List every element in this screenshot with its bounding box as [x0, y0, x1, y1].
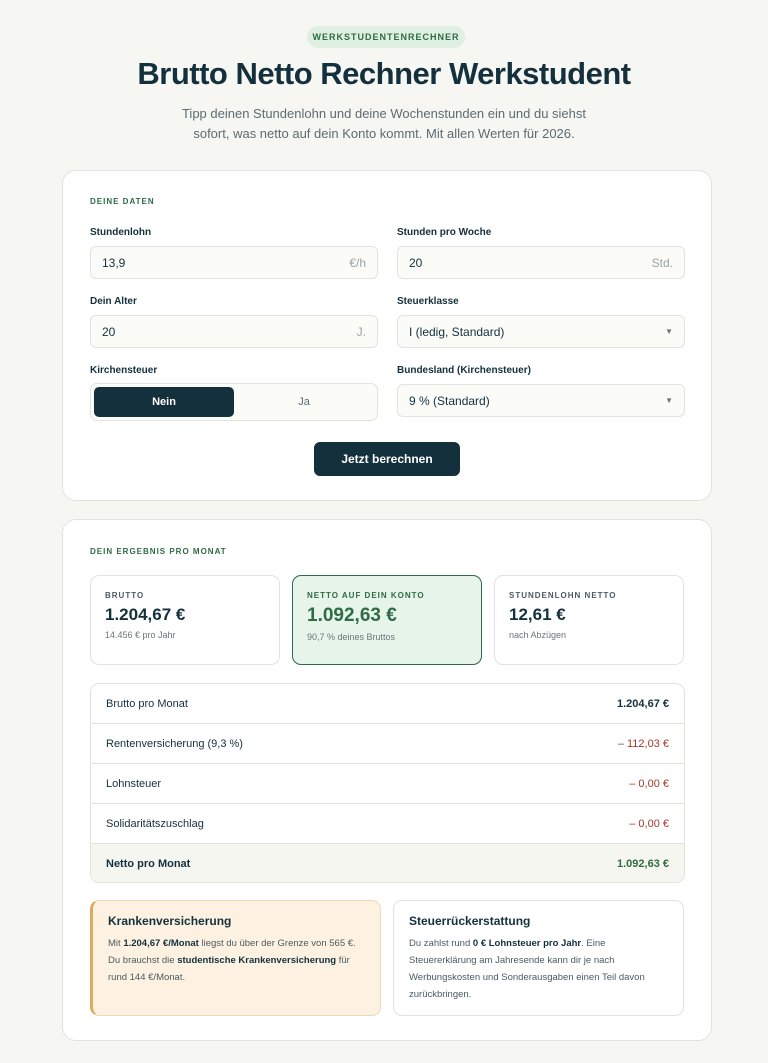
- table-row-total: Netto pro Monat 1.092,63 €: [91, 844, 684, 882]
- stundenlohn-netto-card-label: STUNDENLOHN NETTO: [509, 591, 617, 600]
- section-label-result: DEIN ERGEBNIS PRO MONAT: [90, 547, 227, 556]
- table-row: Lohnsteuer – 0,00 €: [91, 764, 684, 804]
- steuerrueckerstattung-text: Du zahlst rund 0 € Lohnsteuer pro Jahr. …: [409, 938, 645, 1000]
- stundenlohn-netto-card-sub: nach Abzügen: [509, 630, 567, 640]
- breakdown-table: Brutto pro Monat 1.204,67 € Rentenversic…: [90, 683, 685, 883]
- steuerklasse-select[interactable]: I (ledig, Standard) ▼: [397, 315, 685, 348]
- table-row: Solidaritätszuschlag – 0,00 €: [91, 804, 684, 844]
- kirchensteuer-label: Kirchensteuer: [90, 365, 158, 376]
- row-label: Solidaritätszuschlag: [106, 817, 204, 830]
- stunden-label: Stunden pro Woche: [397, 227, 492, 238]
- brutto-card-sub: 14.456 € pro Jahr: [105, 630, 176, 640]
- section-label-data: DEINE DATEN: [90, 197, 155, 206]
- bundesland-value: 9 % (Standard): [409, 393, 490, 408]
- steuerklasse-value: I (ledig, Standard): [409, 324, 505, 339]
- stundenlohn-netto-card: STUNDENLOHN NETTO 12,61 € nach Abzügen: [494, 575, 684, 665]
- netto-card-label: NETTO AUF DEIN KONTO: [307, 591, 425, 600]
- row-amount: – 112,03 €: [617, 737, 669, 750]
- krankenversicherung-text: Mit 1.204,67 €/Monat liegst du über der …: [108, 938, 356, 983]
- stundenlohn-unit: €/h: [349, 255, 366, 270]
- stundenlohn-value: 13,9: [102, 255, 126, 270]
- stunden-unit: Std.: [651, 255, 673, 270]
- kirchensteuer-option-nein[interactable]: Nein: [94, 387, 234, 417]
- kirchensteuer-toggle: Nein Ja: [90, 383, 378, 421]
- chevron-down-icon: ▼: [665, 396, 673, 405]
- alter-unit: J.: [356, 324, 366, 339]
- row-amount: 1.092,63 €: [617, 858, 669, 870]
- stunden-value: 20: [409, 255, 423, 270]
- stundenlohn-netto-card-value: 12,61 €: [509, 605, 566, 624]
- stundenlohn-label: Stundenlohn: [90, 227, 152, 238]
- page-title: Brutto Netto Rechner Werkstudent: [137, 56, 631, 91]
- alter-input[interactable]: 20 J.: [90, 315, 378, 348]
- result-card: DEIN ERGEBNIS PRO MONAT BRUTTO 1.204,67 …: [62, 519, 712, 1041]
- bundesland-select[interactable]: 9 % (Standard) ▼: [397, 384, 685, 417]
- alter-value: 20: [102, 324, 116, 339]
- netto-card-sub: 90,7 % deines Bruttos: [307, 632, 396, 642]
- row-label: Brutto pro Monat: [106, 697, 188, 710]
- brutto-card: BRUTTO 1.204,67 € 14.456 € pro Jahr: [90, 575, 280, 665]
- stunden-input[interactable]: 20 Std.: [397, 246, 685, 279]
- alter-label: Dein Alter: [90, 296, 137, 307]
- kirchensteuer-option-ja[interactable]: Ja: [234, 387, 374, 417]
- bundesland-label: Bundesland (Kirchensteuer): [397, 365, 531, 376]
- steuerrueckerstattung-title: Steuerrückerstattung: [409, 914, 531, 928]
- row-label: Rentenversicherung (9,3 %): [106, 737, 243, 750]
- calculate-button[interactable]: Jetzt berechnen: [314, 442, 460, 476]
- krankenversicherung-title: Krankenversicherung: [108, 914, 232, 928]
- netto-card: NETTO AUF DEIN KONTO 1.092,63 € 90,7 % d…: [292, 575, 482, 665]
- steuerrueckerstattung-box: Steuerrückerstattung Du zahlst rund 0 € …: [393, 900, 684, 1016]
- table-row: Rentenversicherung (9,3 %) – 112,03 €: [91, 724, 684, 764]
- row-amount: – 0,00 €: [629, 817, 669, 830]
- row-amount: – 0,00 €: [629, 777, 669, 790]
- brutto-card-label: BRUTTO: [105, 591, 145, 600]
- row-label: Lohnsteuer: [106, 777, 162, 790]
- krankenversicherung-box: Krankenversicherung Mit 1.204,67 €/Monat…: [90, 900, 381, 1016]
- steuerklasse-label: Steuerklasse: [397, 296, 459, 307]
- page-subtitle: Tipp deinen Stundenlohn und deine Wochen…: [181, 106, 587, 141]
- stundenlohn-input[interactable]: 13,9 €/h: [90, 246, 378, 279]
- chevron-down-icon: ▼: [665, 327, 673, 336]
- brutto-card-value: 1.204,67 €: [105, 605, 186, 624]
- app-badge: WERKSTUDENTENRECHNER: [307, 26, 465, 48]
- netto-card-value: 1.092,63 €: [307, 605, 397, 626]
- row-label: Netto pro Monat: [106, 858, 191, 870]
- input-card: DEINE DATEN Stundenlohn 13,9 €/h Stunden…: [62, 170, 712, 501]
- row-amount: 1.204,67 €: [617, 697, 669, 710]
- table-row: Brutto pro Monat 1.204,67 €: [91, 684, 684, 724]
